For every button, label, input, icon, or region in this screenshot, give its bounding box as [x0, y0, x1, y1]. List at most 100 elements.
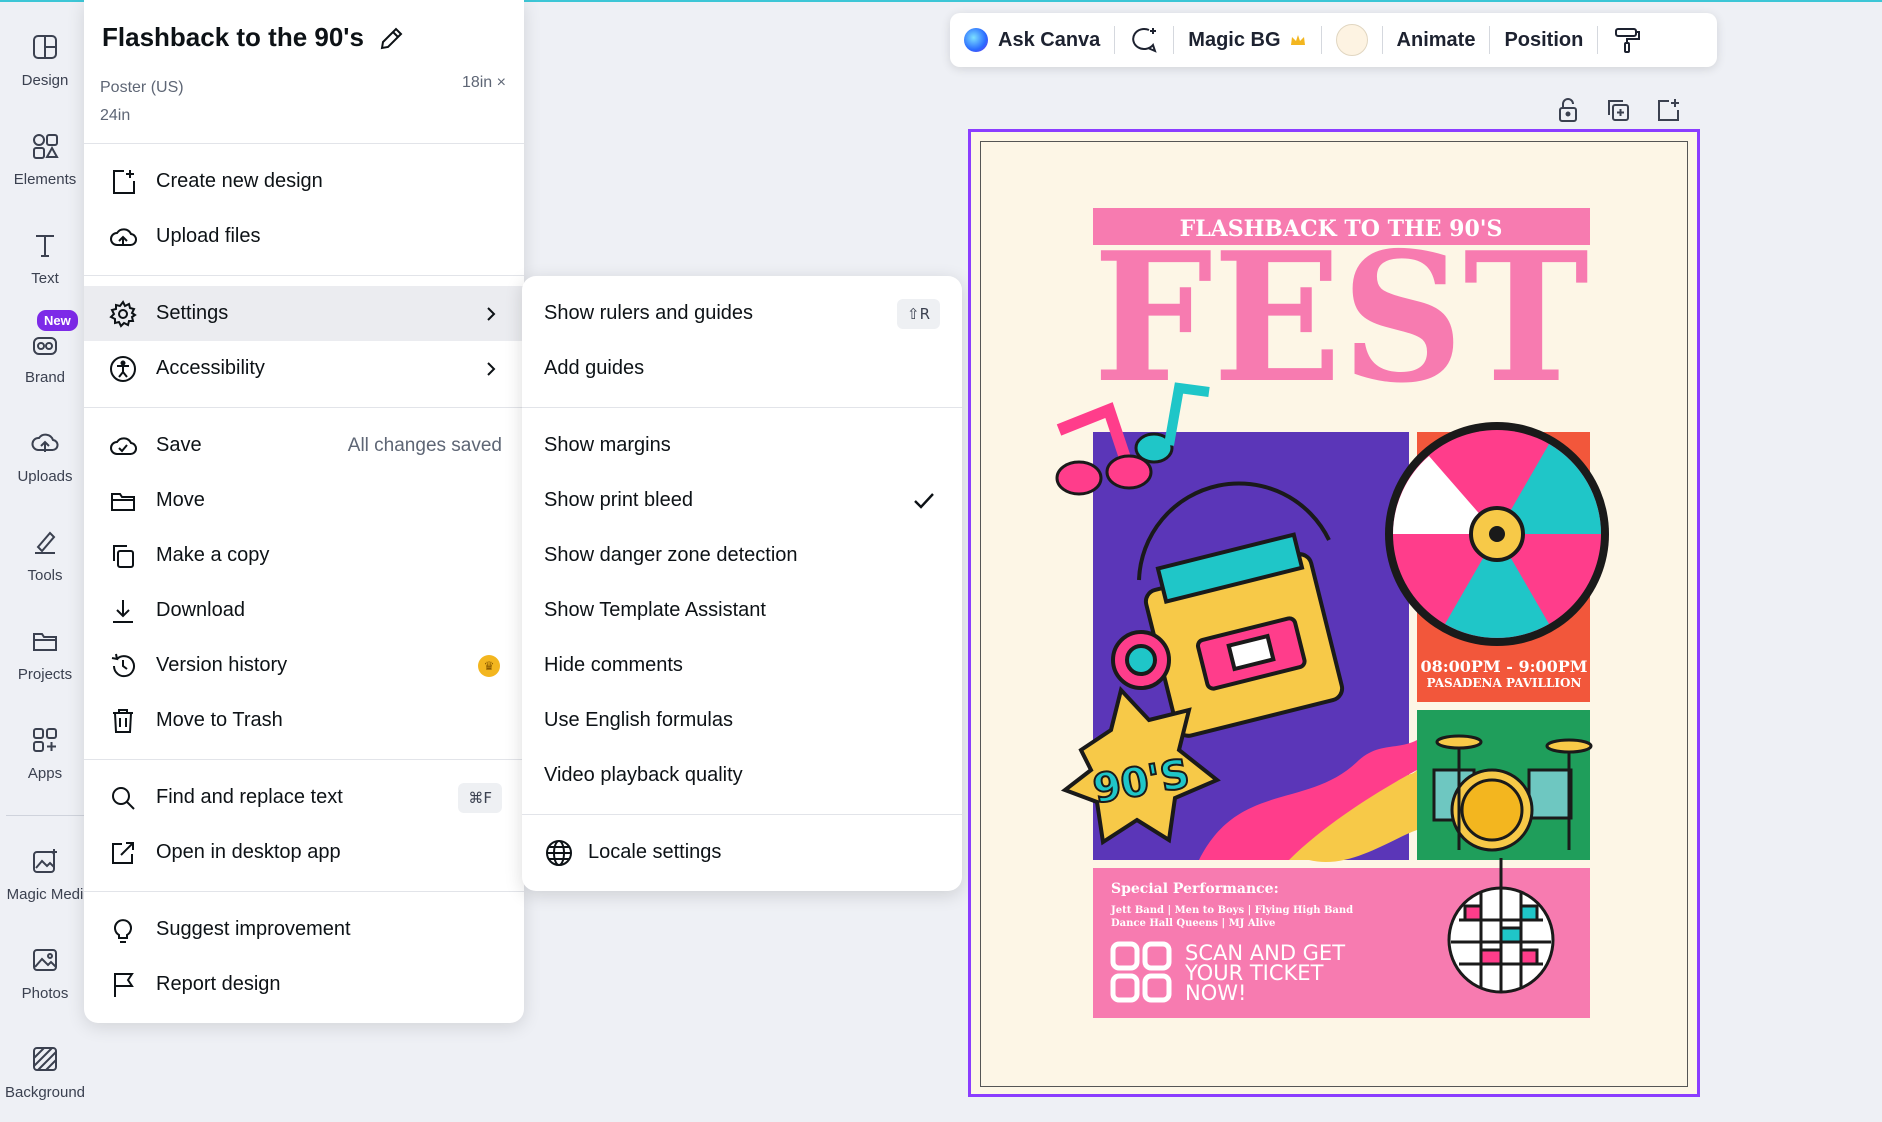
cloud-upload-icon: [110, 227, 137, 246]
lock-icon[interactable]: [1554, 96, 1582, 124]
locale-settings-item[interactable]: Locale settings: [522, 825, 962, 880]
chevron-right-icon: [487, 306, 496, 321]
design-type-height: 24in: [100, 107, 131, 124]
poster-artwork[interactable]: FLASHBACK TO THE 90'S FEST 08:00PM - 9:0…: [969, 130, 1699, 1096]
rail-tools[interactable]: Tools: [0, 517, 90, 609]
save-item[interactable]: Save All changes saved: [84, 418, 524, 473]
rail-projects[interactable]: Projects: [0, 616, 90, 708]
poster-headline: FEST: [1093, 213, 1589, 422]
upload-files-label: Upload files: [156, 225, 261, 247]
external-link-icon: [112, 841, 134, 864]
make-copy-label: Make a copy: [156, 544, 270, 566]
photos-icon: [33, 949, 57, 971]
danger-zone-label: Show danger zone detection: [544, 544, 798, 566]
download-label: Download: [156, 599, 245, 621]
move-to-trash-item[interactable]: Move to Trash: [84, 693, 524, 748]
move-to-trash-label: Move to Trash: [156, 709, 283, 731]
rail-label-tools: Tools: [27, 567, 63, 584]
show-margins-item[interactable]: Show margins: [522, 418, 962, 473]
menu-divider: [84, 759, 524, 760]
upload-files-item[interactable]: Upload files: [84, 209, 524, 264]
add-guides-label: Add guides: [544, 357, 645, 379]
comment-button[interactable]: [1115, 13, 1173, 67]
poster-venue: PASADENA PAVILLION: [1427, 676, 1582, 690]
rail-magic-media[interactable]: Magic Medi: [0, 836, 90, 928]
find-shortcut: ⌘F: [458, 782, 502, 813]
ask-canva-label: Ask Canva: [998, 28, 1101, 51]
make-copy-item[interactable]: Make a copy: [84, 528, 524, 583]
submenu-divider: [522, 814, 962, 815]
danger-zone-item[interactable]: Show danger zone detection: [522, 528, 962, 583]
ask-canva-button[interactable]: Ask Canva: [950, 13, 1114, 67]
move-item[interactable]: Move: [84, 473, 524, 528]
add-page-icon[interactable]: [1654, 96, 1682, 124]
ask-canva-icon: [964, 28, 988, 52]
duplicate-page-icon[interactable]: [1604, 96, 1632, 124]
rail-label-apps: Apps: [27, 765, 63, 782]
rail-photos[interactable]: Photos: [0, 935, 90, 1027]
cloud-check-icon: [110, 436, 137, 455]
settings-item[interactable]: Settings: [84, 286, 524, 341]
copy-icon: [113, 544, 134, 568]
checkmark-icon: [914, 492, 934, 509]
template-assistant-item[interactable]: Show Template Assistant: [522, 583, 962, 638]
settings-submenu: Show rulers and guides ⇧R Add guides Sho…: [522, 276, 962, 891]
rail-label-projects: Projects: [17, 666, 73, 683]
accessibility-item[interactable]: Accessibility: [84, 341, 524, 396]
report-design-item[interactable]: Report design: [84, 957, 524, 1012]
position-button[interactable]: Position: [1490, 13, 1597, 67]
rail-uploads[interactable]: Uploads: [0, 418, 90, 510]
rail-design[interactable]: Design: [0, 22, 90, 114]
animate-button[interactable]: Animate: [1383, 13, 1490, 67]
rail-label-magic-media: Magic Medi: [6, 886, 84, 903]
show-rulers-item[interactable]: Show rulers and guides ⇧R: [522, 286, 962, 341]
add-guides-item[interactable]: Add guides: [522, 341, 962, 396]
color-swatch-button[interactable]: [1322, 13, 1382, 67]
brand-icon: [33, 337, 57, 355]
vinyl-record-illustration: [1385, 422, 1609, 646]
rail-apps[interactable]: Apps: [0, 715, 90, 807]
show-print-bleed-item[interactable]: Show print bleed: [522, 473, 962, 528]
history-icon: [111, 653, 135, 677]
report-design-label: Report design: [156, 973, 281, 995]
show-rulers-label: Show rulers and guides: [544, 302, 754, 324]
design-title[interactable]: Flashback to the 90's: [102, 22, 364, 53]
suggest-improvement-item[interactable]: Suggest improvement: [84, 902, 524, 957]
apps-icon: [33, 728, 57, 752]
rail-label-elements: Elements: [13, 171, 77, 188]
pencil-icon[interactable]: [376, 24, 406, 54]
save-status: All changes saved: [347, 434, 502, 456]
download-item[interactable]: Download: [84, 583, 524, 638]
find-replace-item[interactable]: Find and replace text ⌘F: [84, 770, 524, 825]
rail-label-background: Background: [4, 1084, 86, 1101]
hide-comments-label: Hide comments: [544, 654, 683, 676]
rail-label-uploads: Uploads: [17, 468, 73, 485]
magic-bg-button[interactable]: Magic BG: [1174, 13, 1320, 67]
projects-icon: [33, 633, 57, 651]
save-label: Save: [156, 434, 202, 456]
gear-icon: [109, 299, 137, 328]
left-rail: Design Elements Text Brand New Uploads T…: [0, 0, 90, 1122]
poster-scan-3: NOW!: [1185, 981, 1246, 1005]
settings-label: Settings: [156, 302, 229, 324]
open-desktop-item[interactable]: Open in desktop app: [84, 825, 524, 880]
rail-brand[interactable]: Brand: [0, 319, 90, 411]
menu-divider: [84, 891, 524, 892]
menu-divider: [84, 275, 524, 276]
crown-icon: ♛: [478, 654, 500, 677]
animate-label: Animate: [1396, 28, 1476, 51]
video-quality-item[interactable]: Video playback quality: [522, 748, 962, 803]
english-formulas-item[interactable]: Use English formulas: [522, 693, 962, 748]
hide-comments-item[interactable]: Hide comments: [522, 638, 962, 693]
folder-icon: [111, 492, 135, 511]
create-new-design-item[interactable]: Create new design: [84, 154, 524, 209]
video-quality-label: Video playback quality: [544, 764, 743, 786]
rail-elements[interactable]: Elements: [0, 121, 90, 213]
uploads-icon: [31, 433, 59, 452]
copy-style-button[interactable]: [1598, 13, 1656, 67]
rail-background[interactable]: Background: [0, 1034, 90, 1122]
design-type: Poster (US) 24in: [100, 74, 184, 130]
template-assistant-label: Show Template Assistant: [544, 599, 766, 621]
version-history-item[interactable]: Version history ♛: [84, 638, 524, 693]
rail-text[interactable]: Text: [0, 220, 90, 312]
